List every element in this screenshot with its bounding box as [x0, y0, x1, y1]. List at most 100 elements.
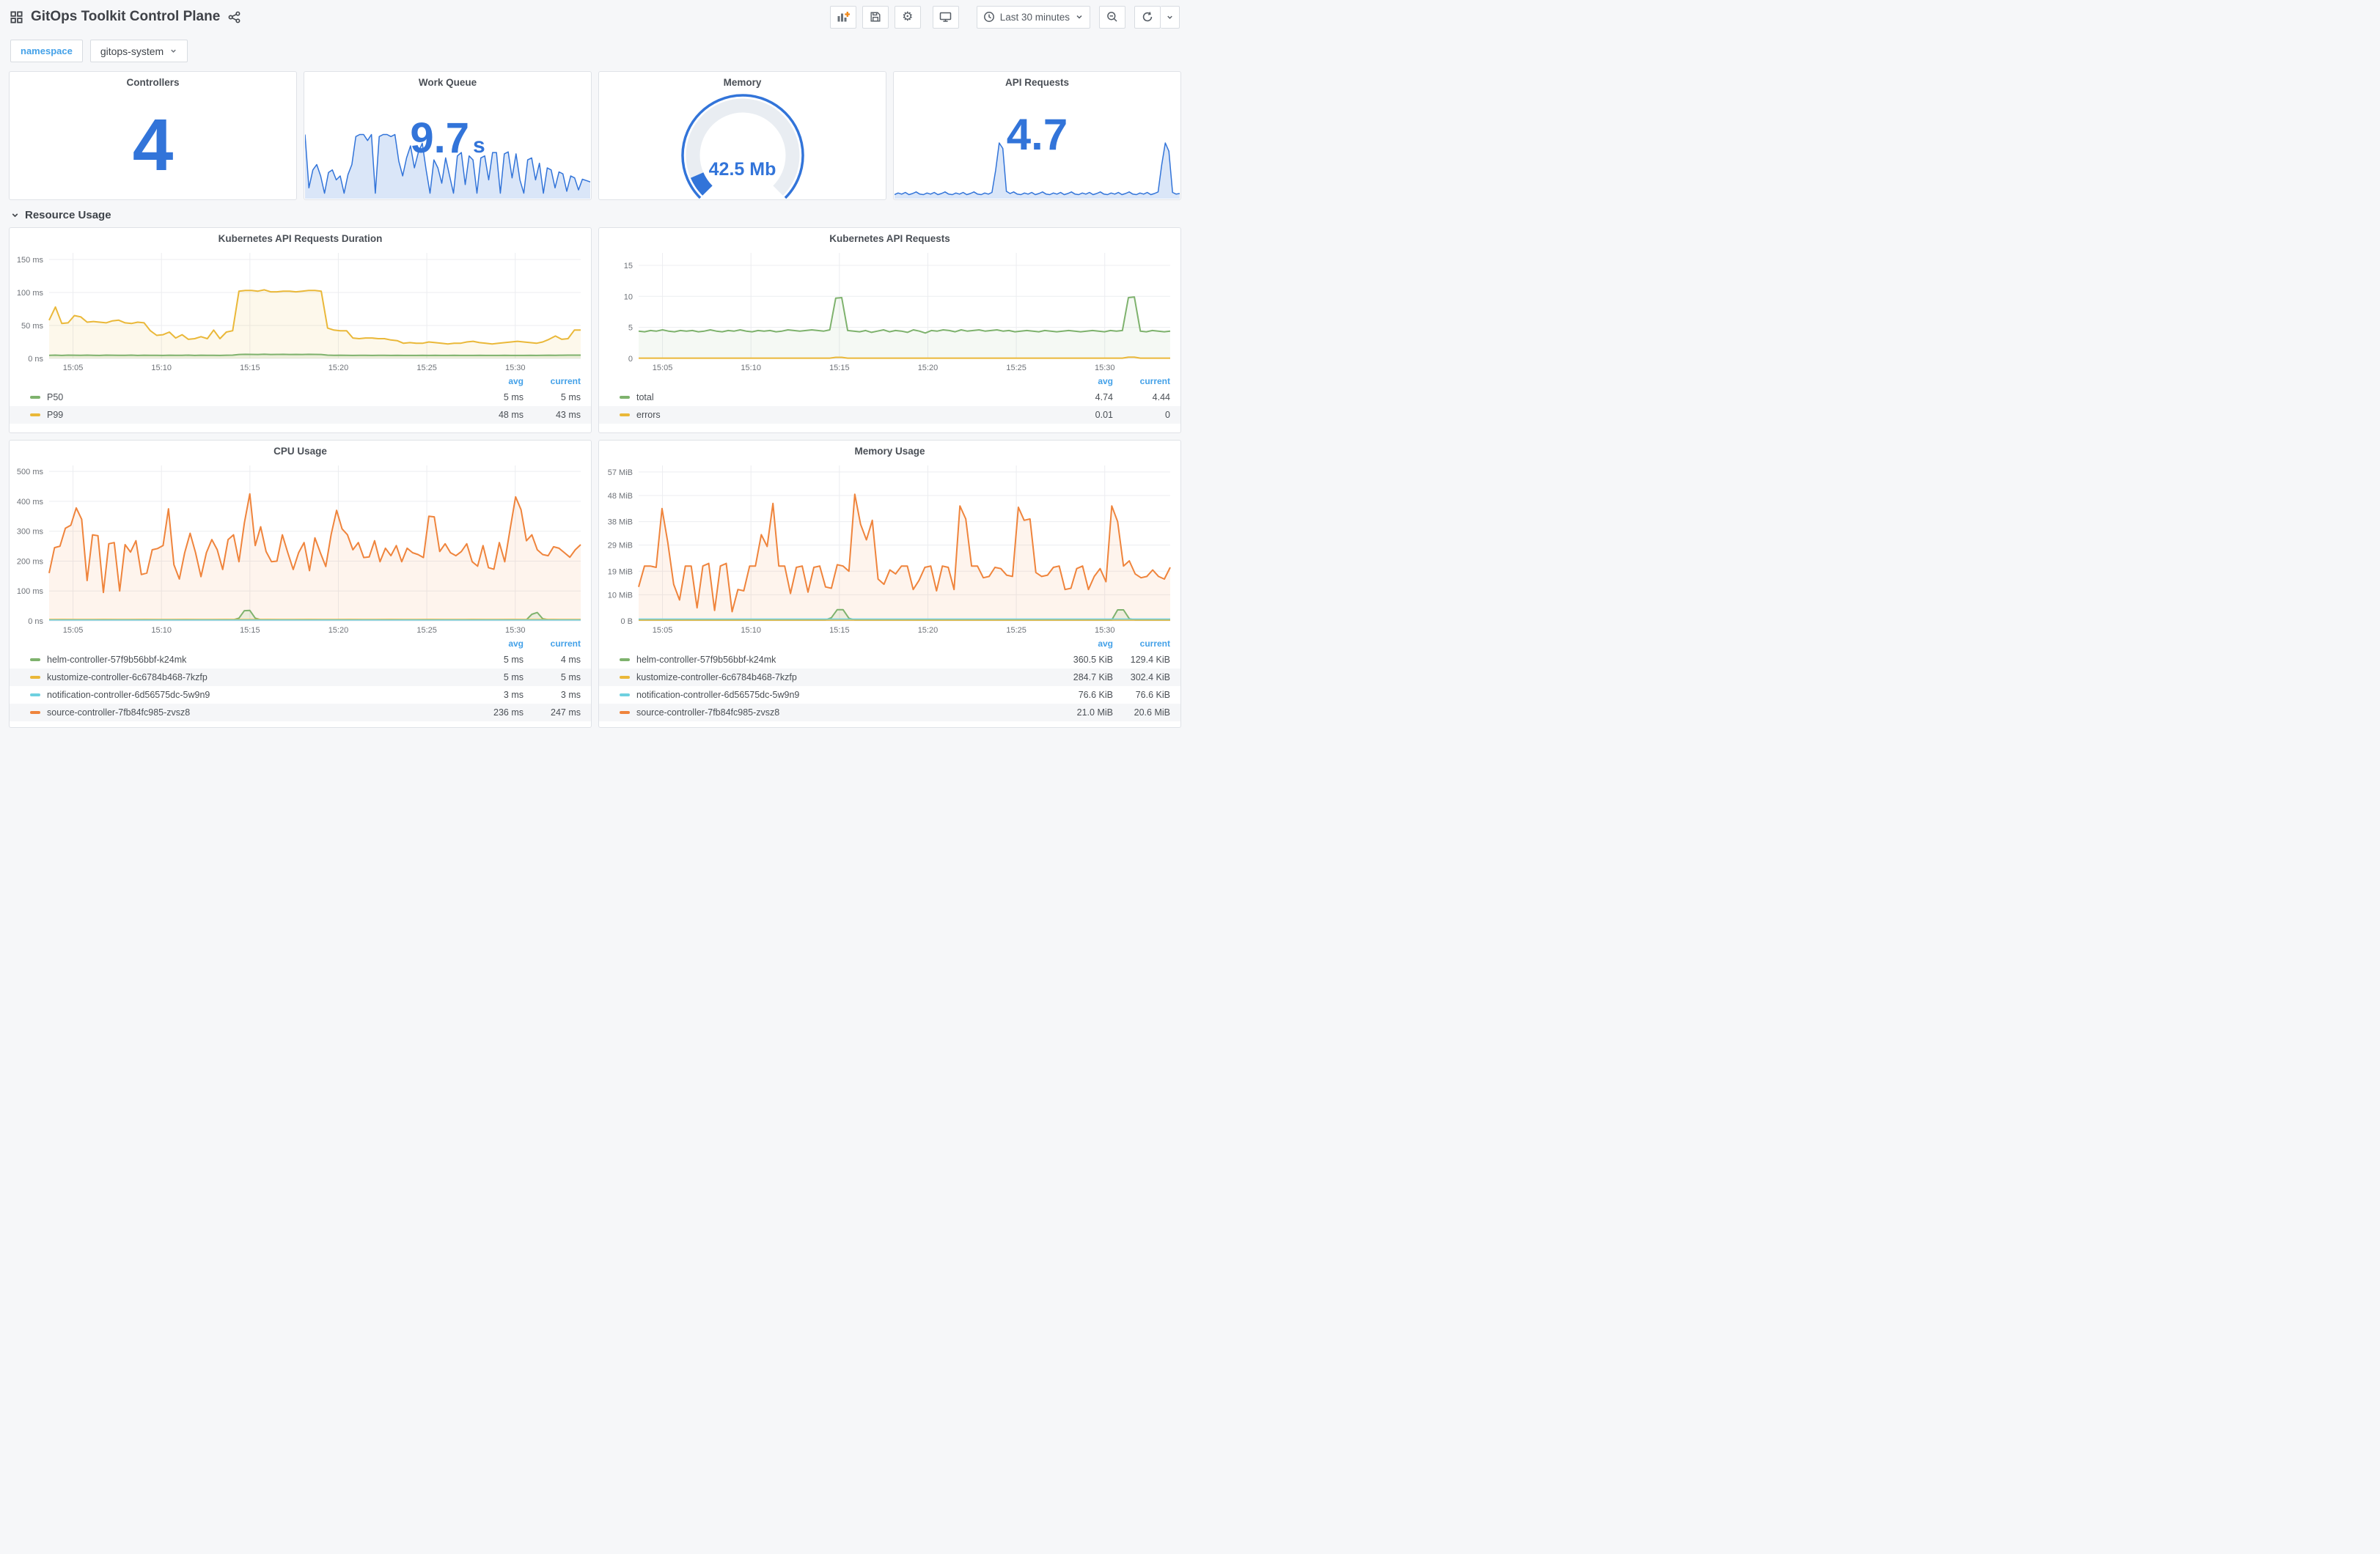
panel-title[interactable]: Memory Usage: [599, 441, 1180, 460]
save-dashboard-button[interactable]: [862, 5, 889, 29]
refresh-icon: [1142, 11, 1153, 23]
panel-title[interactable]: Memory: [599, 72, 886, 91]
legend-series-label[interactable]: helm-controller-57f9b56bbf-k24mk: [30, 655, 466, 665]
legend-swatch-icon[interactable]: [620, 413, 630, 416]
svg-text:400 ms: 400 ms: [17, 498, 44, 507]
legend-series-label[interactable]: P50: [30, 392, 466, 402]
svg-text:15:10: 15:10: [151, 626, 172, 635]
panel-title[interactable]: CPU Usage: [10, 441, 591, 460]
legend-swatch-icon[interactable]: [620, 711, 630, 714]
legend-sort-avg[interactable]: avg: [466, 376, 524, 386]
panel-title[interactable]: Kubernetes API Requests: [599, 228, 1180, 247]
legend-swatch-icon[interactable]: [30, 711, 40, 714]
refresh-button[interactable]: [1134, 5, 1161, 29]
legend-sort-current[interactable]: current: [524, 638, 581, 649]
cpu-chart[interactable]: 15:05 15:10 15:15 15:20 15:25 15:30 0 ns 100 ms…: [10, 460, 591, 636]
legend-sort-current[interactable]: current: [524, 376, 581, 386]
legend-sort-current[interactable]: current: [1113, 638, 1170, 649]
legend-swatch-icon[interactable]: [620, 658, 630, 661]
panel-title[interactable]: Kubernetes API Requests Duration: [10, 228, 591, 247]
legend-swatch-icon[interactable]: [30, 676, 40, 679]
variable-label: namespace: [10, 40, 83, 62]
dashboard-apps-icon[interactable]: [10, 10, 23, 23]
svg-text:150 ms: 150 ms: [17, 256, 44, 265]
navbar: GitOps Toolkit Control Plane ⚙ Last 30 m…: [0, 0, 1190, 34]
svg-text:0 ns: 0 ns: [28, 355, 43, 364]
svg-text:500 ms: 500 ms: [17, 468, 44, 476]
add-panel-icon: [837, 11, 850, 23]
legend-series-label[interactable]: source-controller-7fb84fc985-zvsz8: [620, 707, 1056, 718]
legend-swatch-icon[interactable]: [30, 396, 40, 399]
legend-avg-value: 360.5 KiB: [1073, 655, 1113, 665]
chevron-down-icon: [10, 210, 20, 220]
legend-swatch-icon[interactable]: [620, 693, 630, 696]
legend-series-label[interactable]: kustomize-controller-6c6784b468-7kzfp: [620, 672, 1056, 682]
cycle-view-button[interactable]: [932, 5, 959, 29]
requests-chart[interactable]: 15:05 15:10 15:15 15:20 15:25 15:30 0 5 10 15: [599, 247, 1180, 373]
cycle-view-icon: [939, 11, 952, 23]
legend-series-label[interactable]: total: [620, 392, 1056, 402]
stat-row: Controllers 4 Work Queue 9.7 s Memory 42.…: [9, 71, 1181, 200]
svg-text:100 ms: 100 ms: [17, 587, 44, 596]
legend-swatch-icon[interactable]: [620, 676, 630, 679]
legend-row: helm-controller-57f9b56bbf-k24mk 5 ms 4 ms: [10, 651, 591, 669]
svg-text:15:05: 15:05: [653, 364, 673, 372]
refresh-interval-button[interactable]: [1161, 5, 1180, 29]
legend-avg-value: 48 ms: [498, 410, 524, 420]
legend-series-label[interactable]: errors: [620, 410, 1056, 420]
panel-work-queue: Work Queue 9.7 s: [304, 71, 592, 200]
legend-header: avg current: [10, 373, 591, 388]
svg-text:15:30: 15:30: [1095, 626, 1115, 635]
svg-text:15:20: 15:20: [918, 364, 939, 372]
legend-current-value: 4.44: [1152, 392, 1170, 402]
svg-text:15:15: 15:15: [829, 626, 850, 635]
legend-avg-value: 4.74: [1095, 392, 1113, 402]
chevron-down-icon: [1166, 13, 1174, 21]
panel-title[interactable]: Controllers: [10, 72, 296, 91]
legend-current-value: 302.4 KiB: [1130, 672, 1170, 682]
legend-swatch-icon[interactable]: [30, 693, 40, 696]
svg-text:15:30: 15:30: [505, 626, 526, 635]
legend-sort-avg[interactable]: avg: [1056, 638, 1113, 649]
svg-text:15: 15: [624, 262, 633, 270]
legend-row: helm-controller-57f9b56bbf-k24mk 360.5 Ki…: [599, 651, 1180, 669]
memory-legend: avg current helm-controller-57f9b56bbf-k24…: [599, 636, 1180, 721]
zoom-out-button[interactable]: [1099, 5, 1125, 29]
panel-title[interactable]: API Requests: [894, 72, 1180, 91]
memory-chart[interactable]: 15:05 15:10 15:15 15:20 15:25 15:30 0 B 10 MiB 1…: [599, 460, 1180, 636]
panel-controllers: Controllers 4: [9, 71, 297, 200]
legend-sort-current[interactable]: current: [1113, 376, 1170, 386]
panel-k8s-api-requests-duration: Kubernetes API Requests Duration 15:05 15…: [9, 227, 592, 433]
legend-current-value: 5 ms: [560, 672, 581, 682]
legend-series-label[interactable]: helm-controller-57f9b56bbf-k24mk: [620, 655, 1056, 665]
legend-current-value: 3 ms: [560, 690, 581, 700]
legend-row: errors 0.01 0: [599, 406, 1180, 424]
svg-text:0 B: 0 B: [620, 617, 633, 626]
legend-series-label[interactable]: source-controller-7fb84fc985-zvsz8: [30, 707, 466, 718]
chevron-down-icon: [1075, 12, 1084, 21]
legend-swatch-icon[interactable]: [30, 413, 40, 416]
legend-series-label[interactable]: kustomize-controller-6c6784b468-7kzfp: [30, 672, 466, 682]
dashboard-toolbar: ⚙ Last 30 minutes: [829, 5, 1180, 29]
legend-series-label[interactable]: notification-controller-6d56575dc-5w9n9: [30, 690, 466, 700]
legend-current-value: 4 ms: [560, 655, 581, 665]
legend-series-label[interactable]: P99: [30, 410, 466, 420]
stat-value: 9.7 s: [410, 114, 485, 162]
variable-value-dropdown[interactable]: gitops-system: [89, 40, 188, 62]
time-range-picker[interactable]: Last 30 minutes: [976, 5, 1090, 29]
row-title: Resource Usage: [25, 209, 111, 221]
svg-text:15:20: 15:20: [918, 626, 939, 635]
legend-row: source-controller-7fb84fc985-zvsz8 21.0 M…: [599, 704, 1180, 721]
zoom-out-icon: [1106, 11, 1118, 23]
legend-sort-avg[interactable]: avg: [1056, 376, 1113, 386]
legend-series-label[interactable]: notification-controller-6d56575dc-5w9n9: [620, 690, 1056, 700]
add-panel-button[interactable]: [829, 5, 856, 29]
duration-chart[interactable]: 15:05 15:10 15:15 15:20 15:25 15:30 0 ns 50 ms 1…: [10, 247, 591, 373]
legend-sort-avg[interactable]: avg: [466, 638, 524, 649]
legend-swatch-icon[interactable]: [620, 396, 630, 399]
legend-swatch-icon[interactable]: [30, 658, 40, 661]
panel-title[interactable]: Work Queue: [304, 72, 591, 91]
share-icon[interactable]: [228, 11, 240, 23]
row-toggle-resource-usage[interactable]: Resource Usage: [10, 209, 1180, 221]
dashboard-settings-button[interactable]: ⚙: [894, 5, 921, 29]
